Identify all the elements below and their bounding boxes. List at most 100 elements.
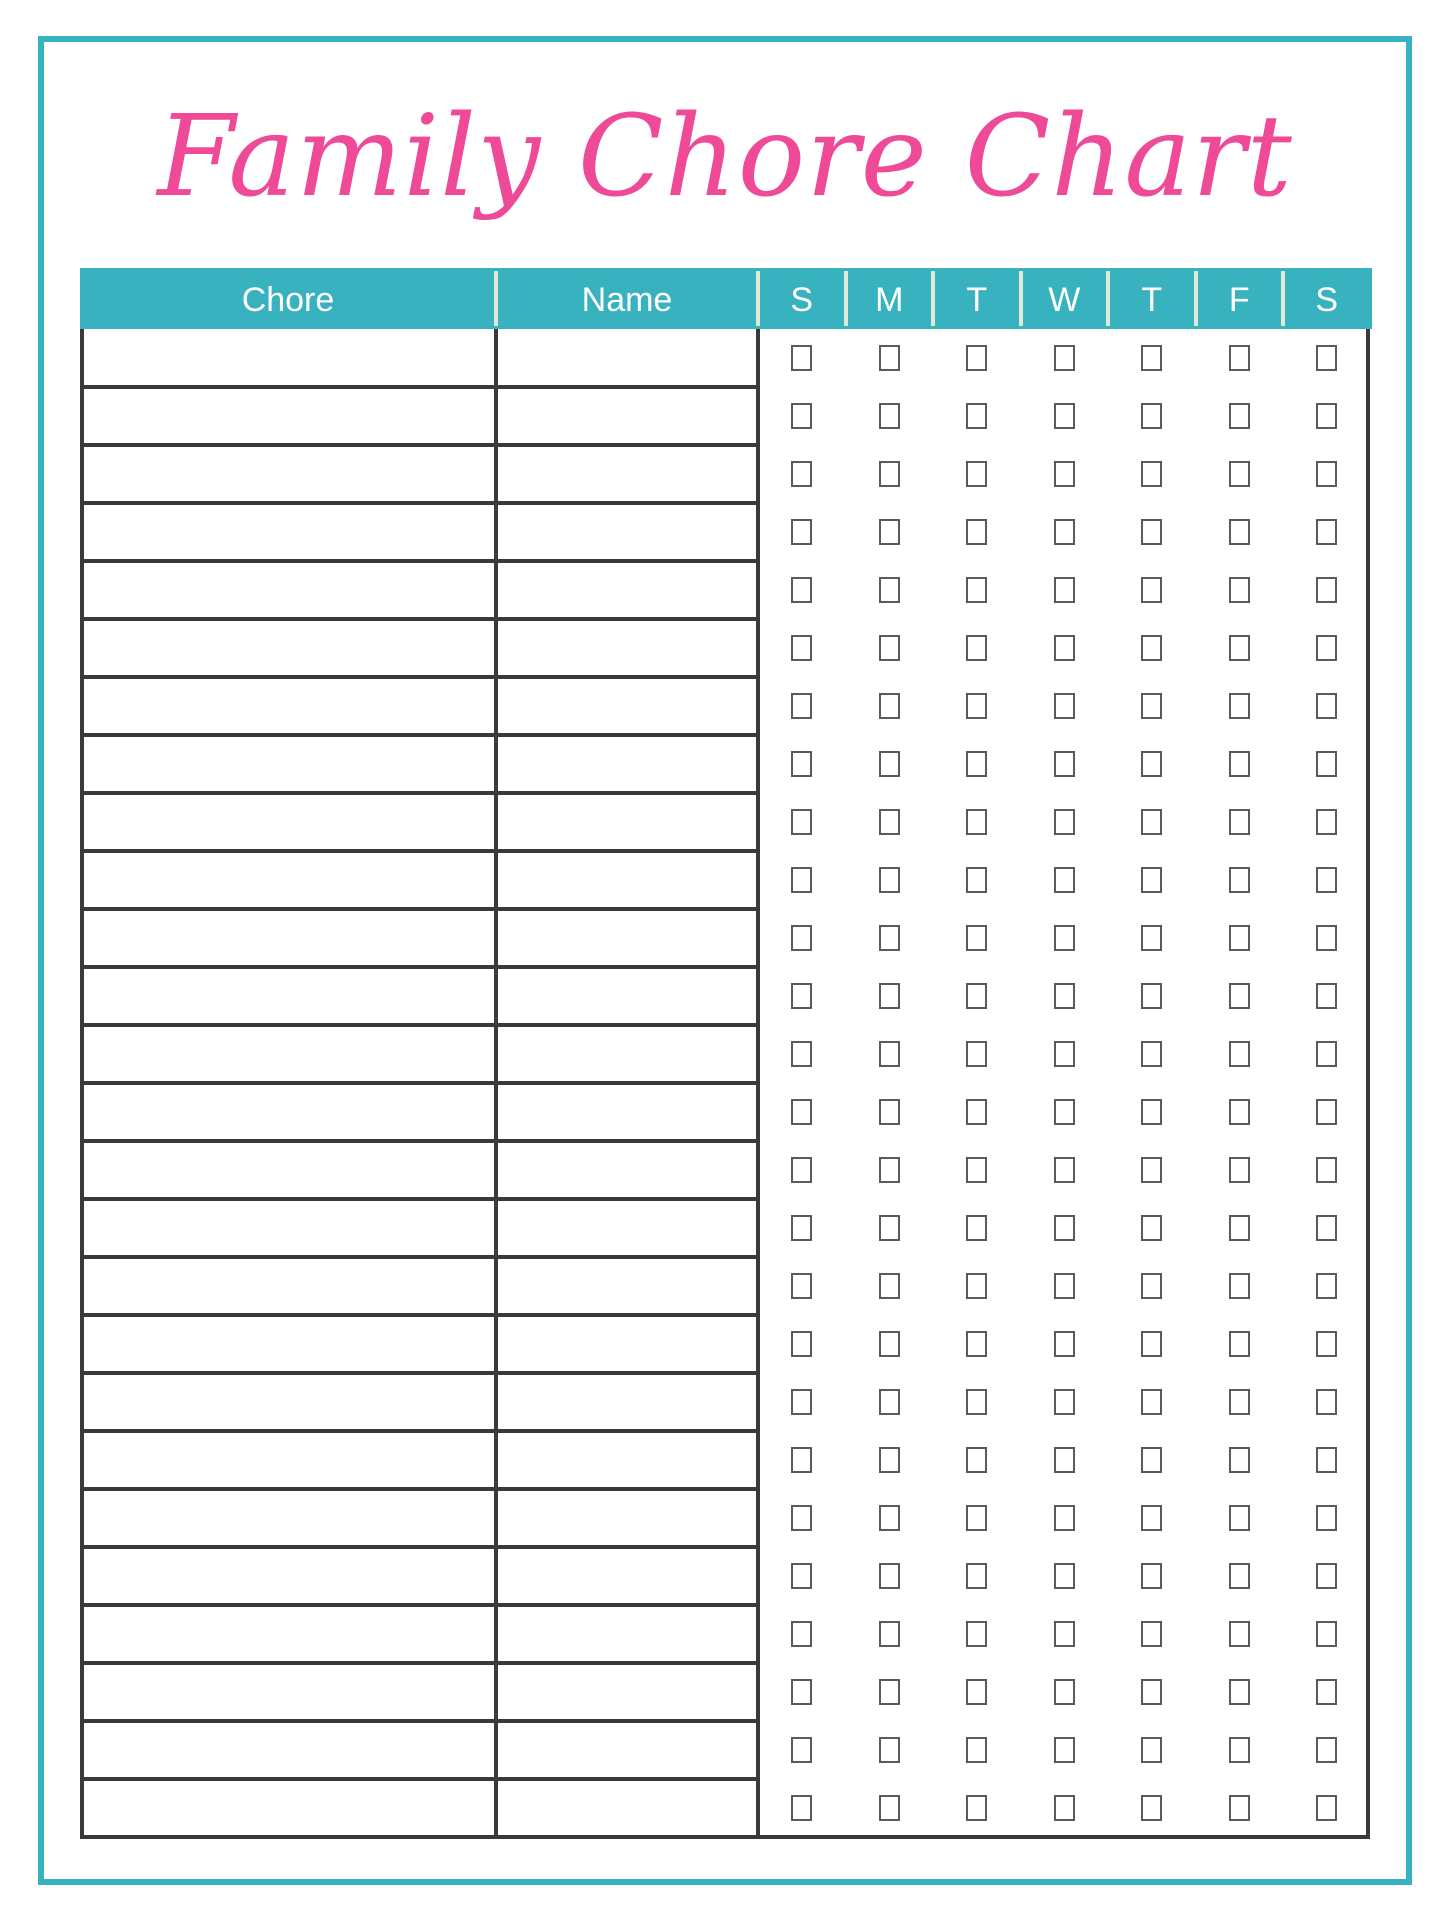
day-checkbox[interactable]	[878, 751, 900, 777]
chore-cell[interactable]	[80, 445, 496, 503]
day-checkbox[interactable]	[966, 1563, 988, 1589]
name-cell[interactable]	[496, 1373, 758, 1431]
day-checkbox[interactable]	[1053, 519, 1075, 545]
day-checkbox[interactable]	[1141, 1795, 1163, 1821]
day-checkbox[interactable]	[878, 577, 900, 603]
day-checkbox[interactable]	[1141, 1563, 1163, 1589]
chore-cell[interactable]	[80, 909, 496, 967]
chore-cell[interactable]	[80, 851, 496, 909]
day-checkbox[interactable]	[791, 693, 813, 719]
day-checkbox[interactable]	[878, 1795, 900, 1821]
day-checkbox[interactable]	[791, 1447, 813, 1473]
day-checkbox[interactable]	[878, 1041, 900, 1067]
day-checkbox[interactable]	[791, 1795, 813, 1821]
day-checkbox[interactable]	[1316, 925, 1338, 951]
day-checkbox[interactable]	[791, 1737, 813, 1763]
day-checkbox[interactable]	[1228, 1505, 1250, 1531]
day-checkbox[interactable]	[1316, 345, 1338, 371]
day-checkbox[interactable]	[1141, 1447, 1163, 1473]
chore-cell[interactable]	[80, 329, 496, 387]
day-checkbox[interactable]	[1053, 751, 1075, 777]
day-checkbox[interactable]	[1316, 519, 1338, 545]
day-checkbox[interactable]	[966, 1505, 988, 1531]
day-checkbox[interactable]	[1228, 1215, 1250, 1241]
day-checkbox[interactable]	[791, 635, 813, 661]
day-checkbox[interactable]	[791, 1041, 813, 1067]
day-checkbox[interactable]	[966, 1679, 988, 1705]
day-checkbox[interactable]	[1316, 1679, 1338, 1705]
day-checkbox[interactable]	[878, 345, 900, 371]
name-cell[interactable]	[496, 1199, 758, 1257]
day-checkbox[interactable]	[878, 1563, 900, 1589]
day-checkbox[interactable]	[1141, 403, 1163, 429]
day-checkbox[interactable]	[1053, 345, 1075, 371]
name-cell[interactable]	[496, 387, 758, 445]
day-checkbox[interactable]	[1141, 461, 1163, 487]
day-checkbox[interactable]	[1316, 1331, 1338, 1357]
day-checkbox[interactable]	[1141, 345, 1163, 371]
day-checkbox[interactable]	[1228, 1099, 1250, 1125]
day-checkbox[interactable]	[1053, 1099, 1075, 1125]
chore-cell[interactable]	[80, 677, 496, 735]
day-checkbox[interactable]	[1053, 1737, 1075, 1763]
day-checkbox[interactable]	[966, 1447, 988, 1473]
day-checkbox[interactable]	[1316, 1041, 1338, 1067]
day-checkbox[interactable]	[966, 1621, 988, 1647]
day-checkbox[interactable]	[1316, 1563, 1338, 1589]
day-checkbox[interactable]	[878, 1273, 900, 1299]
day-checkbox[interactable]	[1316, 693, 1338, 719]
day-checkbox[interactable]	[1141, 1737, 1163, 1763]
day-checkbox[interactable]	[1316, 1215, 1338, 1241]
day-checkbox[interactable]	[878, 1331, 900, 1357]
chore-cell[interactable]	[80, 1315, 496, 1373]
day-checkbox[interactable]	[878, 925, 900, 951]
day-checkbox[interactable]	[878, 867, 900, 893]
day-checkbox[interactable]	[1053, 809, 1075, 835]
day-checkbox[interactable]	[1141, 983, 1163, 1009]
chore-cell[interactable]	[80, 793, 496, 851]
day-checkbox[interactable]	[878, 1157, 900, 1183]
day-checkbox[interactable]	[1228, 345, 1250, 371]
chore-cell[interactable]	[80, 503, 496, 561]
day-checkbox[interactable]	[1141, 1621, 1163, 1647]
day-checkbox[interactable]	[1316, 1157, 1338, 1183]
chore-cell[interactable]	[80, 1489, 496, 1547]
day-checkbox[interactable]	[1316, 751, 1338, 777]
day-checkbox[interactable]	[1141, 1331, 1163, 1357]
day-checkbox[interactable]	[1228, 635, 1250, 661]
day-checkbox[interactable]	[1053, 867, 1075, 893]
day-checkbox[interactable]	[791, 461, 813, 487]
day-checkbox[interactable]	[966, 635, 988, 661]
chore-cell[interactable]	[80, 1721, 496, 1779]
name-cell[interactable]	[496, 1083, 758, 1141]
day-checkbox[interactable]	[791, 1215, 813, 1241]
day-checkbox[interactable]	[1228, 751, 1250, 777]
name-cell[interactable]	[496, 561, 758, 619]
day-checkbox[interactable]	[1141, 751, 1163, 777]
name-cell[interactable]	[496, 1257, 758, 1315]
day-checkbox[interactable]	[966, 809, 988, 835]
day-checkbox[interactable]	[966, 1215, 988, 1241]
day-checkbox[interactable]	[966, 403, 988, 429]
day-checkbox[interactable]	[1141, 1041, 1163, 1067]
name-cell[interactable]	[496, 1721, 758, 1779]
chore-cell[interactable]	[80, 1663, 496, 1721]
day-checkbox[interactable]	[1316, 461, 1338, 487]
day-checkbox[interactable]	[966, 983, 988, 1009]
day-checkbox[interactable]	[1053, 635, 1075, 661]
day-checkbox[interactable]	[1316, 577, 1338, 603]
day-checkbox[interactable]	[878, 1621, 900, 1647]
day-checkbox[interactable]	[791, 403, 813, 429]
day-checkbox[interactable]	[1053, 1273, 1075, 1299]
day-checkbox[interactable]	[791, 1157, 813, 1183]
day-checkbox[interactable]	[1141, 577, 1163, 603]
day-checkbox[interactable]	[1053, 983, 1075, 1009]
day-checkbox[interactable]	[1053, 1679, 1075, 1705]
day-checkbox[interactable]	[1053, 1795, 1075, 1821]
day-checkbox[interactable]	[1228, 577, 1250, 603]
day-checkbox[interactable]	[1053, 1505, 1075, 1531]
day-checkbox[interactable]	[878, 983, 900, 1009]
day-checkbox[interactable]	[1316, 1505, 1338, 1531]
chore-cell[interactable]	[80, 1431, 496, 1489]
day-checkbox[interactable]	[791, 345, 813, 371]
